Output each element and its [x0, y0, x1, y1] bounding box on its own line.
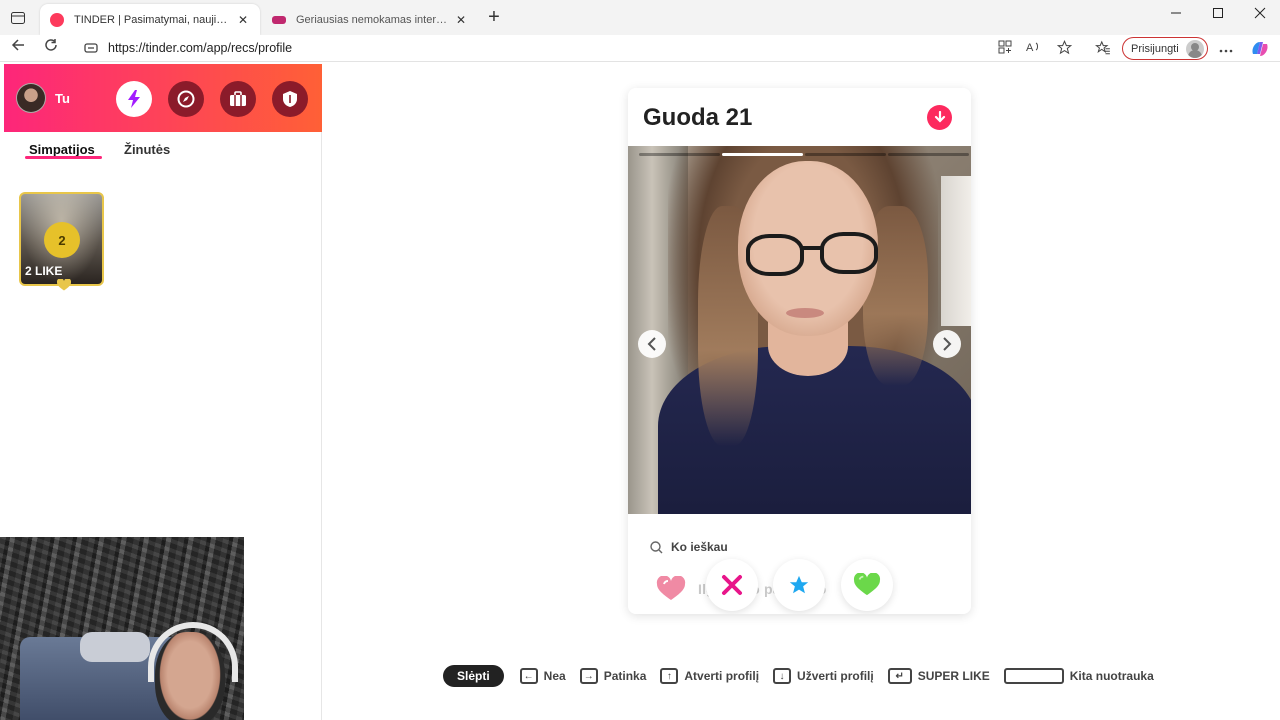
browser-tab-bar: TINDER | Pasimatymai, nauji draugai ✕ Ge… [0, 0, 1280, 35]
profile-card[interactable]: Guoda 21 Ko ieškau Ilgalaikio partnerio [628, 88, 971, 614]
active-tab-indicator [25, 156, 102, 159]
url-field[interactable]: https://tinder.com/app/recs/profile [72, 36, 1082, 60]
arrow-up-key-icon: ↑ [660, 668, 679, 684]
arrow-down-key-icon: ↓ [773, 668, 792, 684]
chevron-right-icon [943, 337, 952, 351]
profile-header: Guoda 21 [628, 88, 971, 146]
x-icon [722, 575, 742, 595]
photo-progress-segment [805, 153, 886, 156]
like-button[interactable] [841, 559, 893, 611]
my-profile-name[interactable]: Tu [55, 91, 70, 106]
enter-key-icon: ↵ [887, 668, 912, 684]
likes-you-card[interactable]: 2 2 LIKE [19, 192, 104, 291]
likes-label: 2 LIKE [25, 264, 63, 278]
maximize-icon[interactable] [1206, 6, 1230, 28]
profile-avatar-icon [1186, 39, 1204, 58]
hint-like: → Patinka [579, 668, 647, 684]
search-icon [650, 540, 663, 553]
lightning-icon [128, 90, 140, 108]
briefcase-icon [230, 91, 246, 106]
hint-nope: ← Nea [519, 668, 566, 684]
hint-open-profile: ↑ Atverti profilį [660, 668, 759, 684]
tab-title: TINDER | Pasimatymai, nauji draugai [74, 13, 230, 26]
sidebar-header: Tu [4, 64, 322, 132]
keyboard-shortcuts-bar: Slėpti ← Nea → Patinka ↑ Atverti profilį… [443, 665, 1168, 687]
close-tab-icon[interactable]: ✕ [236, 13, 250, 27]
read-aloud-icon[interactable]: A [1025, 40, 1043, 58]
close-profile-button[interactable] [927, 105, 952, 130]
sign-in-label: Prisijungti [1131, 42, 1179, 55]
hint-label: Kita nuotrauka [1069, 669, 1154, 683]
tab-tinder[interactable]: TINDER | Pasimatymai, nauji draugai ✕ [40, 4, 260, 35]
heart-icon [656, 576, 686, 600]
reload-icon[interactable] [40, 38, 62, 58]
tab-messages[interactable]: Žinutės [124, 142, 170, 157]
sign-in-button[interactable]: Prisijungti [1122, 37, 1208, 60]
work-button[interactable] [220, 81, 256, 117]
address-bar: https://tinder.com/app/recs/profile A Pr… [0, 35, 1280, 62]
back-icon[interactable] [7, 38, 29, 58]
photo-progress-segment [722, 153, 803, 156]
close-window-icon[interactable] [1248, 6, 1272, 28]
more-options-icon[interactable] [1217, 40, 1235, 58]
favorites-icon[interactable] [1094, 40, 1112, 58]
shield-icon [283, 91, 297, 107]
my-profile-avatar[interactable] [16, 83, 46, 113]
profile-info: Ko ieškau Ilgalaikio partnerio [628, 521, 971, 614]
spacebar-key-icon [1003, 668, 1064, 684]
hint-label: Užverti profilį [797, 669, 874, 683]
hide-shortcuts-button[interactable]: Slėpti [443, 665, 504, 687]
site-info-icon[interactable] [84, 41, 98, 55]
minimize-icon[interactable] [1164, 6, 1188, 28]
close-tab-icon[interactable]: ✕ [454, 13, 468, 27]
arrow-right-key-icon: → [579, 668, 598, 684]
hint-label: SUPER LIKE [917, 669, 990, 683]
svg-text:A: A [1026, 42, 1034, 54]
previous-photo-button[interactable] [638, 330, 666, 358]
explore-button[interactable] [168, 81, 204, 117]
arrow-left-key-icon: ← [519, 668, 538, 684]
new-tab-button[interactable]: + [484, 7, 504, 27]
hint-label: Nea [543, 669, 566, 683]
app-available-icon[interactable] [996, 40, 1014, 58]
hint-super-like: ↵ SUPER LIKE [887, 668, 990, 684]
likes-count-badge: 2 [44, 222, 80, 258]
photo-progress-segment [888, 153, 969, 156]
photo-progress-bar [639, 153, 969, 156]
site-favicon-icon [272, 15, 286, 24]
tab-other[interactable]: Geriausias nemokamas internetinis ✕ [262, 4, 478, 35]
copilot-icon[interactable] [1250, 40, 1268, 58]
gold-heart-icon [57, 279, 71, 291]
star-icon [789, 575, 809, 594]
hint-label: Patinka [603, 669, 647, 683]
profile-photo[interactable] [628, 146, 971, 514]
photo-progress-segment [639, 153, 720, 156]
super-like-button[interactable] [773, 559, 825, 611]
boost-button[interactable] [116, 81, 152, 117]
hint-next-photo: Kita nuotrauka [1003, 668, 1154, 684]
profile-name-age: Guoda 21 [643, 104, 753, 131]
looking-for-heading: Ko ieškau [650, 540, 728, 554]
hint-close-profile: ↓ Užverti profilį [773, 668, 874, 684]
looking-for-label: Ko ieškau [671, 540, 728, 554]
compass-icon [177, 90, 195, 108]
tab-actions-icon[interactable] [8, 8, 28, 28]
arrow-down-icon [934, 111, 945, 123]
tab-title: Geriausias nemokamas internetinis [296, 13, 448, 26]
sidebar-tabs: Simpatijos Žinutės [4, 132, 322, 166]
green-heart-icon [853, 573, 881, 596]
favorite-star-icon[interactable] [1055, 39, 1073, 58]
chevron-left-icon [647, 337, 656, 351]
hint-label: Atverti profilį [684, 669, 760, 683]
webcam-overlay [0, 537, 244, 720]
nope-button[interactable] [706, 559, 758, 611]
safety-button[interactable] [272, 81, 308, 117]
tab-matches[interactable]: Simpatijos [29, 142, 95, 157]
next-photo-button[interactable] [933, 330, 961, 358]
url-text: https://tinder.com/app/recs/profile [108, 41, 293, 55]
tinder-favicon-icon [50, 12, 64, 27]
